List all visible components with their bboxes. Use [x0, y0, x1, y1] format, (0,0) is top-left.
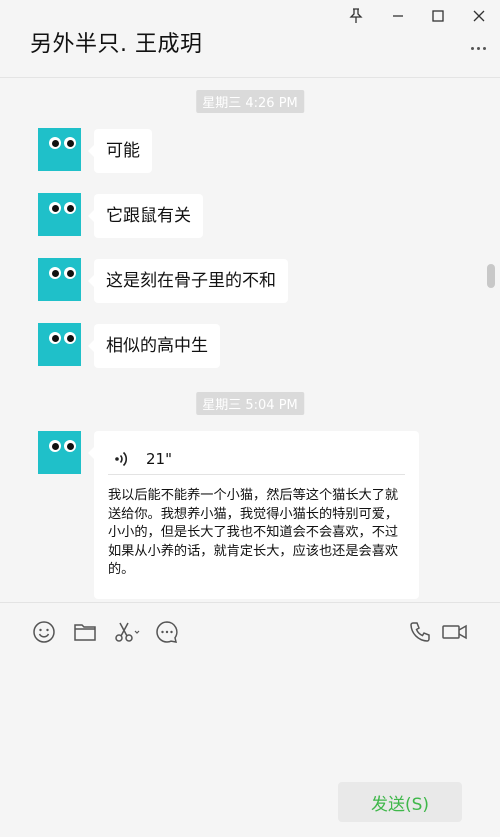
timestamp: 星期三 5:04 PM: [196, 392, 304, 415]
avatar[interactable]: [38, 128, 81, 171]
send-button[interactable]: 发送(S): [338, 782, 462, 822]
voice-duration: 21": [146, 449, 172, 468]
input-area[interactable]: 发送(S): [0, 602, 500, 837]
avatar[interactable]: [38, 193, 81, 236]
voice-transcript: 我以后能不能养一个小猫，然后等这个猫长大了就送给你。我想养小猫，我觉得小猫长的特…: [108, 488, 399, 577]
scissors-icon[interactable]: [112, 619, 142, 645]
message-bubble[interactable]: 它跟鼠有关: [88, 194, 203, 238]
chat-title: 另外半只. 王成玥: [30, 32, 203, 57]
emoji-icon[interactable]: [31, 619, 57, 645]
minimize-icon[interactable]: [385, 4, 411, 28]
avatar[interactable]: [38, 323, 81, 366]
title-bar: 另外半只. 王成玥: [0, 0, 500, 78]
message-bubble[interactable]: 这是刻在骨子里的不和: [88, 259, 288, 303]
voice-player[interactable]: 21": [108, 443, 405, 475]
phone-icon[interactable]: [407, 619, 433, 645]
maximize-icon[interactable]: [425, 4, 451, 28]
voice-message-bubble[interactable]: 21" 我以后能不能养一个小猫，然后等这个猫长大了就送给你。我想养小猫，我觉得小…: [88, 431, 419, 599]
timestamp: 星期三 4:26 PM: [196, 90, 304, 113]
message-bubble[interactable]: 可能: [88, 129, 152, 173]
pin-icon[interactable]: [343, 4, 369, 28]
scrollbar[interactable]: [487, 264, 495, 288]
video-call-icon[interactable]: [441, 619, 469, 645]
message-bubble[interactable]: 相似的高中生: [88, 324, 220, 368]
avatar[interactable]: [38, 258, 81, 301]
voice-wave-icon: [112, 448, 134, 470]
close-icon[interactable]: [466, 4, 492, 28]
avatar[interactable]: [38, 431, 81, 474]
message-list[interactable]: 星期三 4:26 PM 可能 它跟鼠有关 这是刻在骨子里的不和 相似的高中生 星…: [0, 79, 500, 602]
chat-history-icon[interactable]: [154, 619, 180, 645]
folder-icon[interactable]: [72, 619, 98, 645]
more-dots-icon[interactable]: [466, 36, 490, 60]
